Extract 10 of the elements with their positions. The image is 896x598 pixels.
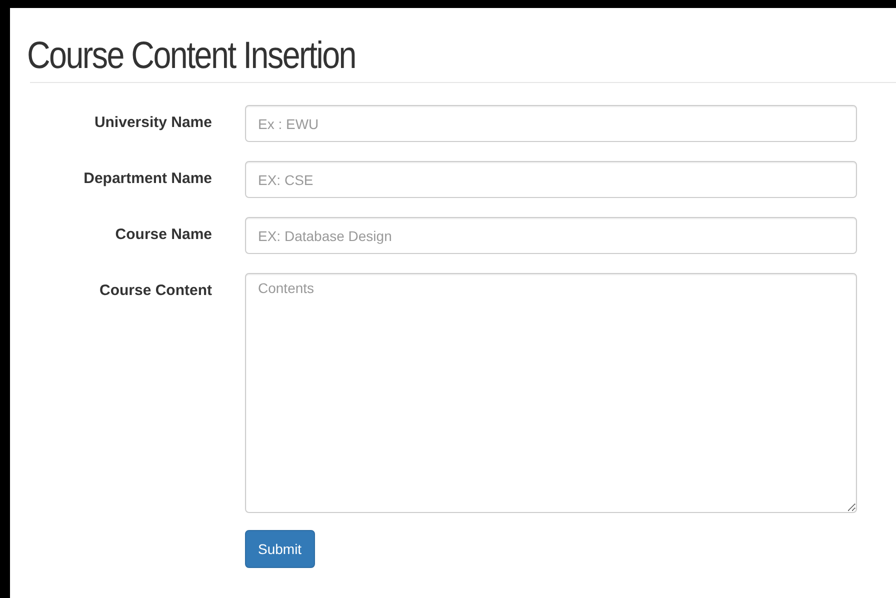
- field-label: Course Content: [98, 281, 212, 299]
- field-label: Course Name: [114, 225, 212, 243]
- field-label: Department Name: [82, 169, 212, 187]
- input-field[interactable]: EX: CSE: [245, 161, 857, 198]
- input-field[interactable]: Ex : EWU: [245, 105, 857, 142]
- page-title: Course Content Insertion: [26, 34, 356, 79]
- field-label: University Name: [93, 113, 212, 131]
- text-area[interactable]: Contents: [245, 273, 857, 513]
- input-field[interactable]: EX: Database Design: [245, 217, 857, 254]
- submit-button[interactable]: Submit: [245, 530, 315, 568]
